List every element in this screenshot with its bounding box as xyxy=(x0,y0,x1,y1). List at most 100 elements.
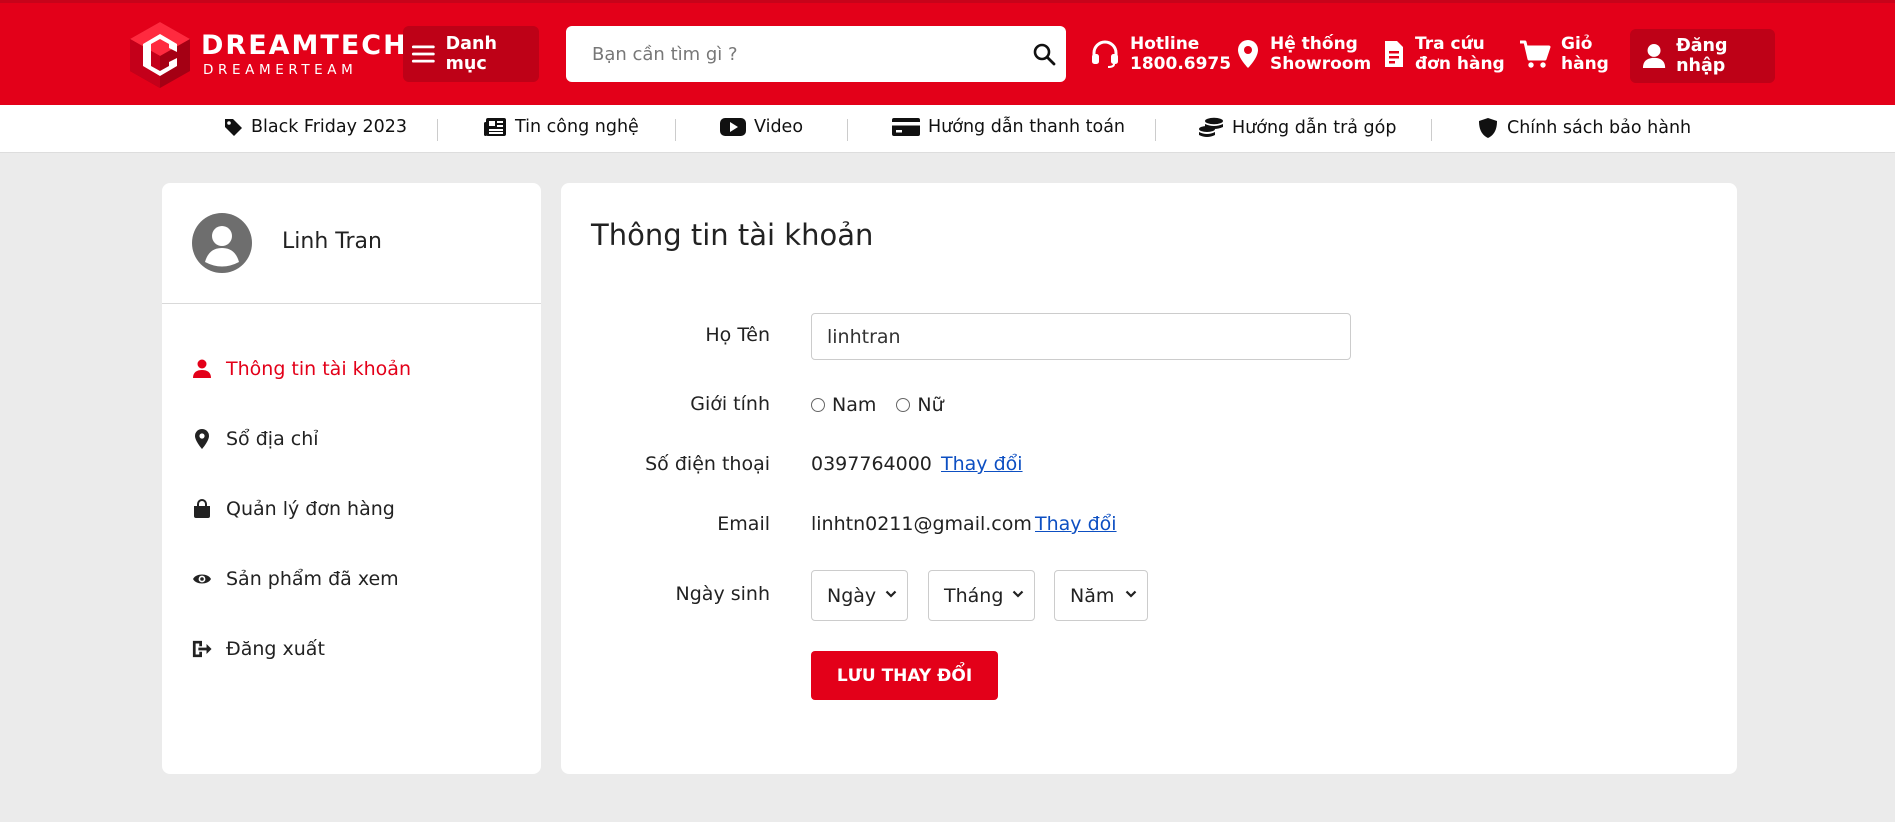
cart-line1: Giỏ xyxy=(1561,34,1593,54)
subnav-payment-guide[interactable]: Hướng dẫn thanh toán xyxy=(892,117,1125,137)
subnav-black-friday[interactable]: Black Friday 2023 xyxy=(223,117,407,137)
subnav-video[interactable]: Video xyxy=(720,117,803,137)
chevron-down-icon xyxy=(1012,590,1024,598)
logout-icon xyxy=(192,640,212,658)
sidebar-item-order-management[interactable]: Quản lý đơn hàng xyxy=(192,498,395,520)
search-box xyxy=(566,26,1066,82)
subnav-label: Hướng dẫn trả góp xyxy=(1232,118,1397,138)
account-sidebar: Linh Tran Thông tin tài khoản Sổ địa chỉ xyxy=(162,183,541,774)
chevron-down-icon xyxy=(885,590,897,598)
login-button[interactable]: Đăng nhập xyxy=(1630,29,1775,83)
divider xyxy=(675,119,676,141)
logo-subtitle: DREAMERTEAM xyxy=(203,62,358,78)
save-changes-button[interactable]: LƯU THAY ĐỔI xyxy=(811,651,998,700)
hamburger-icon xyxy=(411,45,435,63)
search-icon[interactable] xyxy=(1032,42,1056,66)
eye-icon xyxy=(193,574,211,584)
phone-label: Số điện thoại xyxy=(645,453,770,475)
showroom-line1: Hệ thống xyxy=(1270,34,1358,54)
sidebar-item-label: Sổ địa chỉ xyxy=(226,428,319,450)
shopping-bag-icon xyxy=(194,499,210,518)
email-value: linhtn0211@gmail.com xyxy=(811,513,1032,535)
headset-icon xyxy=(1092,40,1118,68)
divider xyxy=(1155,119,1156,141)
profile-header: Linh Tran xyxy=(162,183,541,304)
shield-icon xyxy=(1479,118,1497,138)
youtube-icon xyxy=(720,118,746,136)
profile-name: Linh Tran xyxy=(282,229,382,254)
subnav-warranty-policy[interactable]: Chính sách bảo hành xyxy=(1477,117,1691,139)
sidebar-item-address-book[interactable]: Sổ địa chỉ xyxy=(192,428,319,450)
user-icon xyxy=(1642,43,1666,69)
showroom-link[interactable]: Hệ thống Showroom xyxy=(1236,34,1371,74)
sidebar-item-viewed-products[interactable]: Sản phẩm đã xem xyxy=(192,568,399,590)
chevron-down-icon xyxy=(1125,590,1137,598)
change-email-link[interactable]: Thay đổi xyxy=(1035,513,1117,535)
cart-link[interactable]: Giỏ hàng xyxy=(1519,34,1609,74)
subnav-label: Hướng dẫn thanh toán xyxy=(928,117,1126,137)
sidebar-item-label: Đăng xuất xyxy=(226,638,325,660)
logo-title: DREAMTECH xyxy=(201,30,408,61)
sidebar-item-label: Sản phẩm đã xem xyxy=(226,568,399,590)
gender-radio-male[interactable] xyxy=(811,398,825,412)
birth-month-select[interactable]: Tháng xyxy=(928,570,1035,621)
order-lookup-link[interactable]: Tra cứu đơn hàng xyxy=(1383,34,1505,74)
subnav-label: Tin công nghệ xyxy=(515,117,639,137)
hotline-number: 1800.6975 xyxy=(1130,54,1232,74)
phone-value: 0397764000 xyxy=(811,453,932,475)
subnav-label: Video xyxy=(754,117,804,137)
gender-options: Nam Nữ xyxy=(811,394,964,416)
email-label: Email xyxy=(717,513,770,535)
document-icon xyxy=(1385,41,1403,67)
full-name-field[interactable] xyxy=(811,313,1351,360)
birth-year-select-value: Năm xyxy=(1070,584,1115,607)
birth-year-select[interactable]: Năm xyxy=(1054,570,1148,621)
subnav-tech-news[interactable]: Tin công nghệ xyxy=(483,117,639,137)
divider xyxy=(1431,119,1432,141)
order-lookup-line1: Tra cứu xyxy=(1415,34,1485,54)
avatar xyxy=(192,213,252,273)
subnav-label: Chính sách bảo hành xyxy=(1507,118,1692,138)
subnav-installment-guide[interactable]: Hướng dẫn trả góp xyxy=(1198,117,1396,139)
cart-line2: hàng xyxy=(1561,54,1609,74)
birth-month-select-value: Tháng xyxy=(944,584,1004,607)
sidebar-item-account-info[interactable]: Thông tin tài khoản xyxy=(192,358,411,380)
sub-navigation: Black Friday 2023 Tin công nghệ Video Hư… xyxy=(0,105,1895,153)
top-header: DREAMTECH DREAMERTEAM Danh mục Hotline 1… xyxy=(0,0,1895,105)
gender-radio-female[interactable] xyxy=(896,398,911,412)
order-lookup-line2: đơn hàng xyxy=(1415,54,1505,74)
search-input[interactable] xyxy=(590,42,1010,66)
gender-label: Giới tính xyxy=(690,393,770,415)
sidebar-item-logout[interactable]: Đăng xuất xyxy=(192,638,325,660)
account-info-panel: Thông tin tài khoản Họ Tên Giới tính Nam… xyxy=(561,183,1737,774)
birth-day-select-value: Ngày xyxy=(827,584,877,607)
map-pin-icon xyxy=(1238,40,1258,68)
gender-option-label: Nam xyxy=(832,394,877,416)
logo-cube-icon xyxy=(130,22,190,88)
credit-card-icon xyxy=(892,118,920,136)
divider xyxy=(437,119,438,141)
newspaper-icon xyxy=(484,118,506,136)
category-menu-button[interactable]: Danh mục xyxy=(403,26,539,82)
map-pin-icon xyxy=(195,429,209,449)
coins-icon xyxy=(1199,117,1223,137)
showroom-line2: Showroom xyxy=(1270,54,1372,74)
hotline-link[interactable]: Hotline 1800.6975 xyxy=(1090,34,1231,74)
category-menu-label: Danh mục xyxy=(445,34,497,74)
cart-icon xyxy=(1520,40,1551,68)
change-phone-link[interactable]: Thay đổi xyxy=(941,453,1023,475)
sidebar-item-label: Thông tin tài khoản xyxy=(226,358,411,380)
logo[interactable]: DREAMTECH DREAMERTEAM xyxy=(127,20,408,90)
divider xyxy=(847,119,848,141)
hotline-label: Hotline xyxy=(1130,34,1200,54)
full-name-label: Họ Tên xyxy=(705,324,770,346)
gender-option-label: Nữ xyxy=(917,394,944,416)
sidebar-item-label: Quản lý đơn hàng xyxy=(226,498,395,520)
birth-day-select[interactable]: Ngày xyxy=(811,570,908,621)
user-icon xyxy=(193,359,211,378)
birthday-label: Ngày sinh xyxy=(675,583,770,605)
page-title: Thông tin tài khoản xyxy=(591,218,874,252)
subnav-label: Black Friday 2023 xyxy=(251,117,408,137)
login-label: Đăng nhập xyxy=(1676,36,1728,76)
tag-icon xyxy=(225,119,242,136)
